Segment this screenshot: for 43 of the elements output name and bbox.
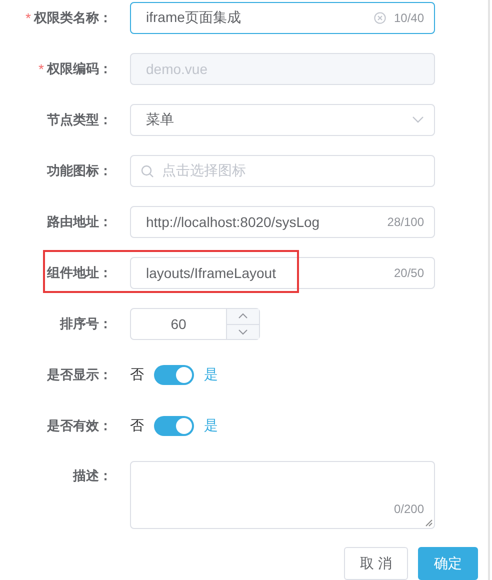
field-label: 权限类名称： [34,9,112,27]
clear-icon[interactable] [374,12,386,24]
field-label: 是否显示： [47,366,112,384]
chevron-up-icon [238,313,248,320]
toggle-switch[interactable] [154,365,194,385]
off-label: 否 [130,366,144,384]
input-value: http://localhost:8020/sysLog [146,214,321,230]
number-input[interactable]: 60 [130,308,260,340]
resize-grip-icon[interactable] [425,519,433,527]
field-label: 描述： [73,467,112,485]
search-icon [141,164,154,178]
text-input[interactable]: layouts/IframeLayout 20/50 [130,257,435,289]
toggle-switch[interactable] [154,416,194,436]
field-label: 是否有效： [47,417,112,435]
char-counter: 20/50 [394,266,424,280]
off-label: 否 [130,417,144,435]
char-counter: 0/200 [394,502,424,516]
text-input[interactable]: http://localhost:8020/sysLog 28/100 [130,206,435,238]
text-input[interactable]: iframe页面集成 10/40 [130,2,435,34]
required-asterisk: * [38,61,44,77]
number-value: 60 [170,315,188,334]
decrement-button[interactable] [227,324,259,339]
field-label: 功能图标： [47,162,112,180]
field-label: 节点类型： [47,111,112,129]
chevron-down-icon [238,328,248,335]
chevron-down-icon [412,116,424,124]
field-label: 路由地址： [47,213,112,231]
on-label: 是 [204,417,218,435]
placeholder-text: 点击选择图标 [162,162,247,180]
input-value: layouts/IframeLayout [146,265,277,281]
field-label: 排序号： [60,315,112,333]
input-value: iframe页面集成 [146,9,242,27]
char-counter: 28/100 [387,215,424,229]
increment-button[interactable] [227,309,259,324]
field-label: 组件地址： [47,264,112,282]
textarea-field[interactable]: 0/200 [130,461,435,529]
select-value: 菜单 [146,111,175,129]
required-asterisk: * [26,10,31,26]
on-label: 是 [204,366,218,384]
cancel-button[interactable]: 取 消 [344,547,408,580]
select-field[interactable]: 菜单 [130,104,435,136]
field-label: 权限编码： [47,60,112,78]
char-counter: 10/40 [394,11,424,25]
